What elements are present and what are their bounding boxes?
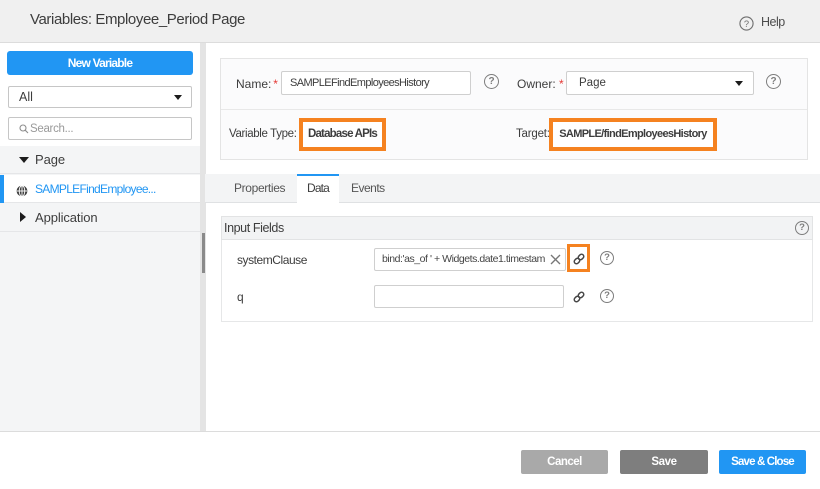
svg-text:?: ? (744, 19, 749, 29)
